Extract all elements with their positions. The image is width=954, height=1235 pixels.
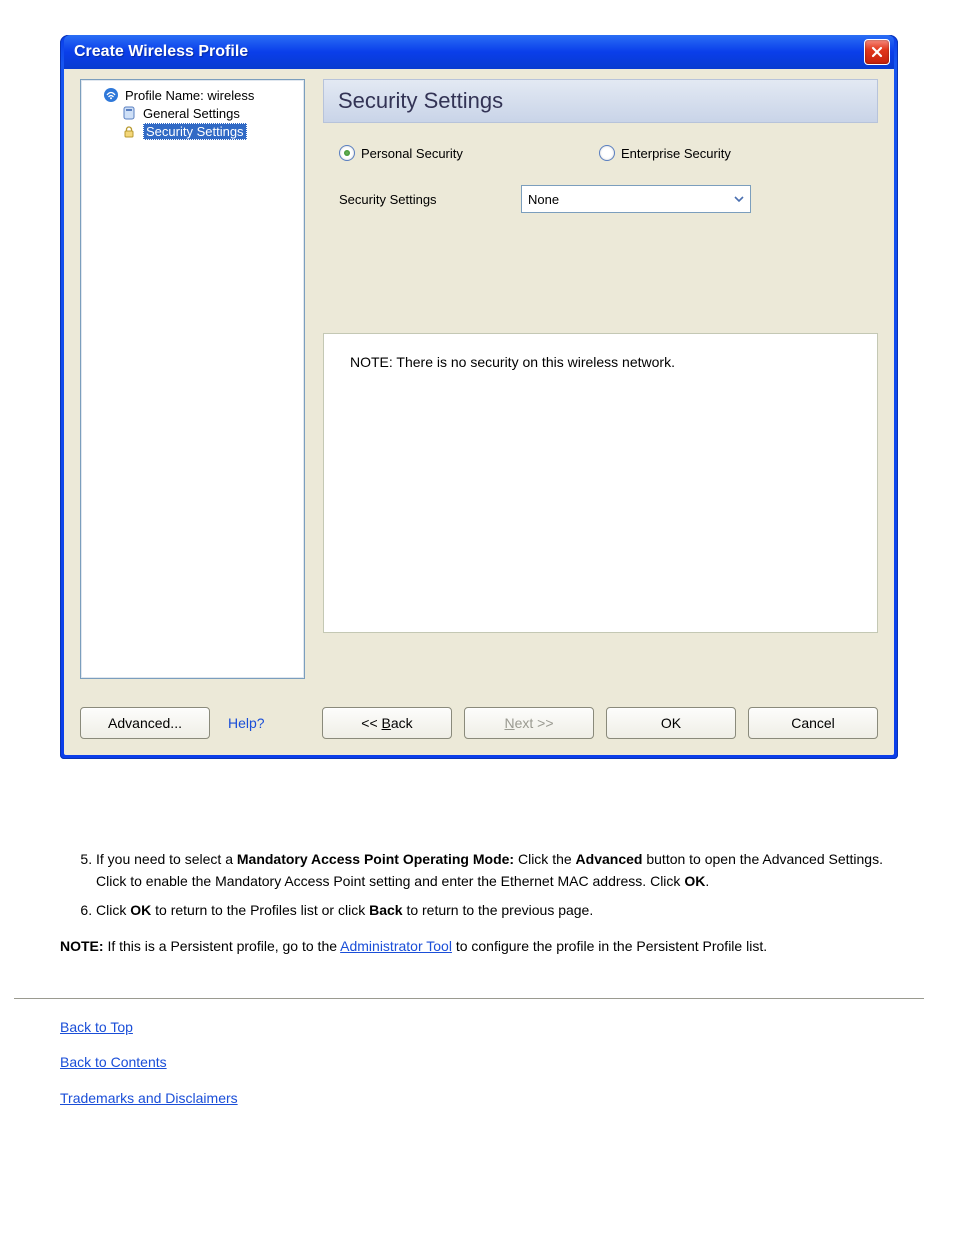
wifi-icon [103, 87, 119, 103]
dialog-window: Create Wireless Profile Profile Name: wi… [60, 35, 898, 759]
combo-value: None [528, 192, 559, 207]
tree-panel[interactable]: Profile Name: wireless General Settings … [80, 79, 305, 679]
radio-dot-icon [339, 145, 355, 161]
security-settings-row: Security Settings None [323, 161, 878, 213]
trademarks-link[interactable]: Trademarks and Disclaimers [60, 1090, 238, 1106]
tree-label-security: Security Settings [143, 123, 247, 140]
note-paragraph: NOTE: If this is a Persistent profile, g… [60, 936, 890, 958]
chevron-down-icon [730, 188, 748, 210]
tree-label-general: General Settings [143, 106, 240, 121]
security-type-row: Personal Security Enterprise Security [323, 123, 878, 161]
ok-button[interactable]: OK [606, 707, 736, 739]
radio-enterprise-label: Enterprise Security [621, 146, 731, 161]
next-button[interactable]: Next >> [464, 707, 594, 739]
list-item: If you need to select a Mandatory Access… [96, 849, 890, 892]
security-settings-label: Security Settings [339, 192, 499, 207]
admin-tool-link[interactable]: Administrator Tool [340, 938, 452, 954]
panel-title: Security Settings [323, 79, 878, 123]
radio-enterprise-security[interactable]: Enterprise Security [599, 145, 819, 161]
radio-personal-security[interactable]: Personal Security [339, 145, 559, 161]
titlebar: Create Wireless Profile [64, 35, 894, 69]
tree-label-profile: Profile Name: wireless [125, 88, 254, 103]
lock-icon [121, 124, 137, 140]
back-to-contents-link[interactable]: Back to Contents [60, 1054, 167, 1070]
back-button[interactable]: << Back [322, 707, 452, 739]
separator [14, 998, 924, 999]
tree-item-security[interactable]: Security Settings [85, 122, 300, 141]
tree-item-general[interactable]: General Settings [85, 104, 300, 122]
radio-personal-label: Personal Security [361, 146, 463, 161]
note-text: NOTE: There is no security on this wirel… [350, 354, 675, 370]
advanced-label: Advanced... [108, 715, 182, 731]
cancel-label: Cancel [791, 715, 835, 731]
back-to-top-link[interactable]: Back to Top [60, 1019, 133, 1035]
help-link[interactable]: Help? [228, 715, 265, 731]
close-button[interactable] [864, 39, 890, 65]
radio-dot-icon [599, 145, 615, 161]
list-item: Click OK to return to the Profiles list … [96, 900, 890, 922]
tree-item-profile[interactable]: Profile Name: wireless [85, 86, 300, 104]
cancel-button[interactable]: Cancel [748, 707, 878, 739]
gear-icon [121, 105, 137, 121]
note-panel: NOTE: There is no security on this wirel… [323, 333, 878, 633]
security-settings-combo[interactable]: None [521, 185, 751, 213]
document-text: If you need to select a Mandatory Access… [60, 849, 890, 1110]
titlebar-text: Create Wireless Profile [74, 43, 248, 61]
close-icon [871, 46, 883, 58]
advanced-button[interactable]: Advanced... [80, 707, 210, 739]
button-row: Advanced... Help? << Back Next >> OK [80, 679, 878, 739]
ok-label: OK [661, 715, 681, 731]
main-panel: Security Settings Personal Security Ente… [323, 79, 878, 679]
